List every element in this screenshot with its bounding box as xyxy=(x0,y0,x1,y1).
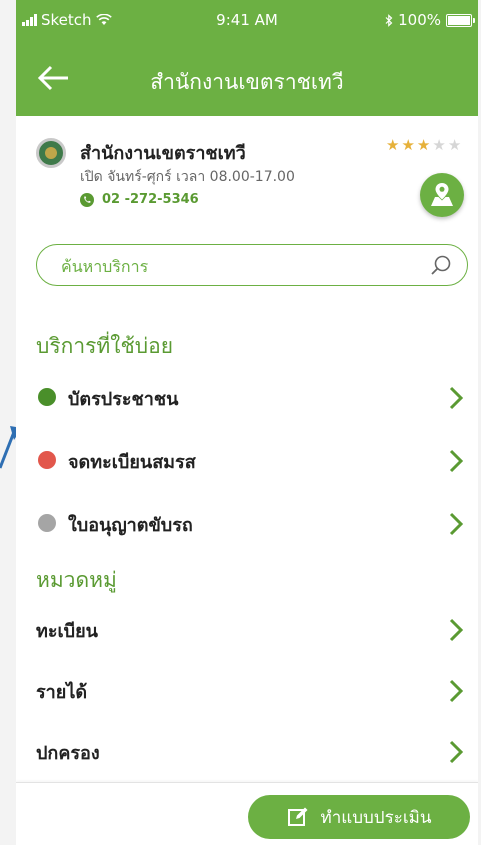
category-item[interactable]: ปกครอง xyxy=(16,722,478,782)
map-pin-icon xyxy=(431,183,453,206)
chevron-right-icon xyxy=(449,618,464,642)
phone-icon xyxy=(80,192,94,207)
service-label: จดทะเบียนสมรส xyxy=(68,452,196,473)
edit-icon xyxy=(287,807,307,826)
chevron-right-icon xyxy=(449,512,464,536)
office-info-card: สำนักงานเขตราชเทวี เปิด จันทร์-ศุกร์ เวล… xyxy=(16,116,478,241)
chevron-right-icon xyxy=(449,386,464,410)
frequent-services-title: บริการที่ใช้บ่อย xyxy=(36,334,173,358)
category-label: รายได้ xyxy=(36,682,88,703)
service-label: ใบอนุญาตขับรถ xyxy=(68,515,193,536)
service-label: บัตรประชาชน xyxy=(68,389,179,410)
status-dot xyxy=(38,514,56,532)
frequent-service-item[interactable]: จดทะเบียนสมรส xyxy=(16,431,478,491)
bluetooth-icon xyxy=(385,13,393,27)
evaluate-button-label: ทำแบบประเมิน xyxy=(320,807,432,828)
search-input[interactable] xyxy=(59,253,423,279)
phone-screen: Sketch 9:41 AM 100% สำนักงานเขตราชเทวี ส… xyxy=(16,0,478,845)
category-label: ปกครอง xyxy=(36,743,100,764)
category-item[interactable]: ทะเบียน xyxy=(16,600,478,660)
categories-title: หมวดหมู่ xyxy=(36,568,117,592)
search-icon[interactable] xyxy=(429,253,453,277)
office-phone[interactable]: 02 -272-5346 xyxy=(80,192,199,207)
category-item[interactable]: รายได้ xyxy=(16,661,478,721)
chevron-right-icon xyxy=(449,449,464,473)
office-name: สำนักงานเขตราชเทวี xyxy=(80,143,246,164)
office-hours: เปิด จันทร์-ศุกร์ เวลา 08.00-17.00 xyxy=(80,169,295,185)
status-bar: Sketch 9:41 AM 100% xyxy=(16,0,478,40)
star-empty-icon: ★ xyxy=(432,136,446,154)
battery-icon xyxy=(446,13,475,27)
status-dot xyxy=(38,451,56,469)
page-title: สำนักงานเขตราชเทวี xyxy=(150,70,344,94)
star-filled-icon: ★ xyxy=(401,136,415,154)
footer-bar: ทำแบบประเมิน xyxy=(16,782,478,845)
star-filled-icon: ★ xyxy=(386,136,400,154)
status-dot xyxy=(38,388,56,406)
frequent-service-item[interactable]: ใบอนุญาตขับรถ xyxy=(16,494,478,554)
office-phone-number: 02 -272-5346 xyxy=(102,192,199,207)
frequent-service-item[interactable]: บัตรประชาชน xyxy=(16,368,478,428)
map-button[interactable] xyxy=(420,173,464,217)
chevron-right-icon xyxy=(449,740,464,764)
star-empty-icon: ★ xyxy=(447,136,462,154)
office-logo xyxy=(36,138,66,168)
evaluate-button[interactable]: ทำแบบประเมิน xyxy=(248,795,470,839)
search-bar[interactable] xyxy=(36,244,468,286)
battery-info: 100% xyxy=(385,11,475,29)
rating-stars: ★ ★ ★ ★ ★ xyxy=(386,136,461,154)
category-label: ทะเบียน xyxy=(36,621,98,642)
chevron-right-icon xyxy=(449,679,464,703)
battery-percent: 100% xyxy=(398,11,441,29)
navigation-bar: สำนักงานเขตราชเทวี xyxy=(16,40,478,116)
star-filled-icon: ★ xyxy=(416,136,431,154)
